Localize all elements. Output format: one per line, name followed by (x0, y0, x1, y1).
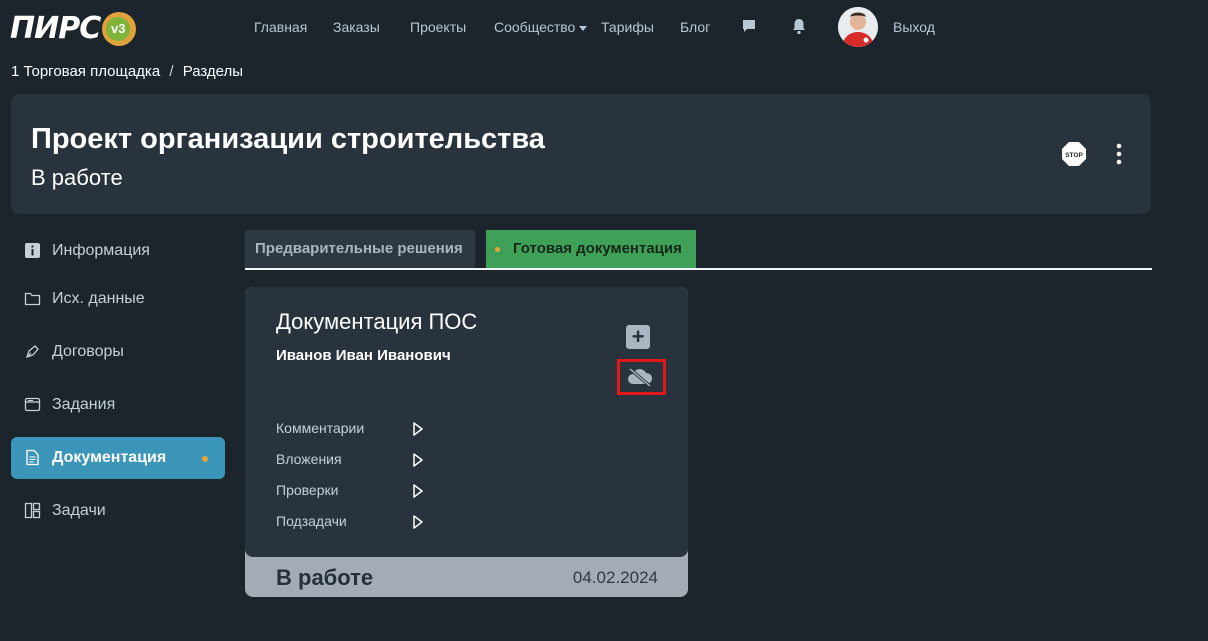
add-button[interactable]: + (626, 325, 650, 349)
highlight-box (617, 359, 666, 395)
page-title: Проект организации строительства (31, 123, 545, 155)
section-attachments[interactable]: Вложения (276, 448, 456, 470)
breadcrumb-sections: Разделы (182, 63, 244, 80)
project-status: В работе (31, 165, 123, 190)
top-navbar: ПИРС v3 Главная Заказы Проекты Сообществ… (0, 0, 1208, 56)
sidebar-item-tasks-assignments[interactable]: Задания (11, 384, 225, 426)
sidebar-item-label: Задачи (52, 502, 106, 519)
nav-community[interactable]: Сообщество (494, 19, 588, 35)
cloud-off-icon[interactable] (626, 366, 654, 388)
play-arrow-icon[interactable] (412, 452, 424, 468)
documentation-card-body: Документация ПОС Иванов Иван Иванович + … (245, 287, 688, 557)
play-arrow-icon[interactable] (412, 514, 424, 530)
sidebar-item-documentation[interactable]: Документация (11, 437, 225, 479)
section-label: Вложения (276, 451, 342, 467)
layout-icon (24, 502, 41, 519)
document-icon (26, 449, 39, 466)
tabs-divider (245, 268, 1152, 270)
info-icon (25, 243, 40, 258)
play-arrow-icon[interactable] (412, 483, 424, 499)
doc-title: Документация ПОС (276, 309, 478, 334)
nav-home[interactable]: Главная (254, 19, 307, 35)
logout-link[interactable]: Выход (893, 19, 935, 35)
documentation-card: Документация ПОС Иванов Иван Иванович + … (245, 287, 688, 597)
nav-orders[interactable]: Заказы (333, 19, 380, 35)
window-icon (24, 397, 41, 412)
project-header: Проект организации строительства В работ… (11, 94, 1151, 214)
tab-ready-documentation[interactable]: Готовая документация (486, 230, 696, 268)
tab-notification-dot (495, 247, 500, 252)
chat-icon[interactable] (741, 18, 757, 34)
section-label: Комментарии (276, 420, 365, 436)
play-arrow-icon[interactable] (412, 421, 424, 437)
user-photo (838, 7, 878, 47)
sidebar-item-label: Задания (52, 396, 116, 413)
section-label: Проверки (276, 482, 339, 498)
sidebar-item-label: Договоры (52, 343, 124, 360)
avatar[interactable] (838, 7, 878, 47)
section-checks[interactable]: Проверки (276, 479, 456, 501)
section-label: Подзадачи (276, 513, 347, 529)
pen-icon (25, 345, 39, 359)
stop-icon[interactable]: STOP (1062, 142, 1086, 166)
bell-icon[interactable] (791, 18, 807, 35)
section-comments[interactable]: Комментарии (276, 417, 456, 439)
sidebar-item-contracts[interactable]: Договоры (11, 331, 225, 373)
sidebar-item-info[interactable]: Информация (11, 230, 225, 272)
nav-blog[interactable]: Блог (680, 19, 710, 35)
breadcrumb-separator: / (169, 63, 174, 80)
doc-date: 04.02.2024 (572, 568, 658, 587)
svg-text:STOP: STOP (1065, 152, 1083, 159)
chevron-down-icon (579, 25, 588, 31)
sidebar-item-label: Исх. данные (52, 290, 145, 307)
sidebar-item-input-data[interactable]: Исх. данные (11, 278, 225, 320)
doc-author: Иванов Иван Иванович (276, 347, 451, 364)
sidebar-item-tasks[interactable]: Задачи (11, 490, 225, 532)
sidebar-item-label: Информация (52, 242, 150, 259)
tab-preliminary-solutions[interactable]: Предварительные решения (245, 230, 475, 268)
nav-community-label: Сообщество (494, 19, 576, 35)
tab-label: Готовая документация (513, 240, 682, 257)
nav-projects[interactable]: Проекты (410, 19, 466, 35)
nav-tariffs[interactable]: Тарифы (601, 19, 654, 35)
folder-icon (24, 292, 41, 306)
logo[interactable]: ПИРС v3 (10, 11, 137, 46)
breadcrumb: 1 Торговая площадка / Разделы (11, 63, 243, 80)
breadcrumb-marketplace[interactable]: 1 Торговая площадка (11, 63, 160, 80)
logo-text: ПИРС (10, 11, 101, 46)
section-subtasks[interactable]: Подзадачи (276, 510, 456, 532)
more-options-icon[interactable] (1110, 142, 1128, 166)
doc-state: В работе (276, 565, 374, 590)
notification-dot (202, 456, 208, 462)
version-badge: v3 (102, 12, 137, 46)
sidebar-item-label: Документация (52, 449, 167, 466)
